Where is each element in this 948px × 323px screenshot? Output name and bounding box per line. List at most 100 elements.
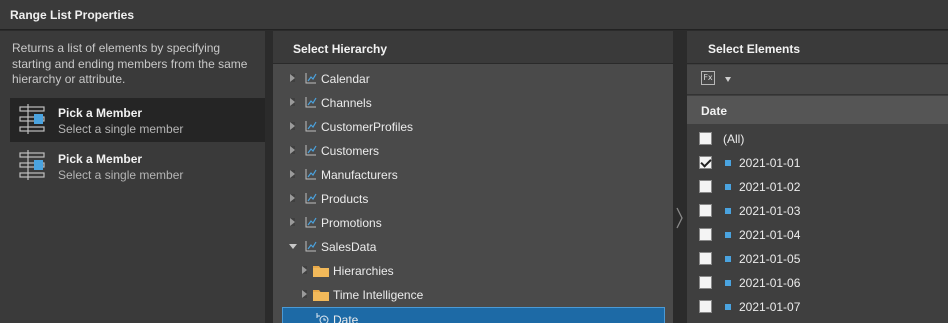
element-checkbox[interactable] — [699, 276, 712, 289]
option-title: Pick a Member — [58, 106, 143, 120]
tree-item-label: Calendar — [321, 72, 370, 86]
pick-member-option-2[interactable]: Pick a Member Select a single member — [10, 144, 265, 188]
tree-item-label: Products — [321, 192, 369, 206]
window-title: Range List Properties — [10, 8, 135, 22]
tree-item-promotions[interactable]: Promotions — [273, 211, 673, 235]
tree-item-label: Hierarchies — [333, 264, 394, 278]
tree-item-manufacturers[interactable]: Manufacturers — [273, 163, 673, 187]
element-row[interactable]: 2021-01-04 — [687, 223, 948, 247]
tree-item-label: Customers — [321, 144, 380, 158]
expand-arrow-icon[interactable] — [290, 146, 295, 154]
tree-item-label: Time Intelligence — [333, 288, 424, 302]
pick-member-option-1[interactable]: Pick a Member Select a single member — [10, 98, 265, 142]
hierarchy-icon — [305, 121, 317, 132]
expand-arrow-icon[interactable] — [290, 74, 295, 82]
element-checkbox[interactable] — [699, 180, 712, 193]
chevron-right-icon — [676, 207, 683, 229]
elements-panel-header: Select Elements — [687, 31, 948, 64]
folder-icon — [313, 290, 329, 301]
formula-icon[interactable]: Fx — [701, 71, 715, 85]
hierarchy-icon — [305, 97, 317, 108]
member-square-icon — [725, 160, 731, 166]
element-label: 2021-01-04 — [739, 228, 801, 242]
element-checkbox[interactable] — [699, 300, 712, 313]
tree-item-calendar[interactable]: Calendar — [273, 67, 673, 91]
tree-item-label: CustomerProfiles — [321, 120, 414, 134]
element-label: 2021-01-03 — [739, 204, 801, 218]
member-square-icon — [725, 208, 731, 214]
panel-collapse-handle[interactable] — [673, 31, 687, 323]
element-label: 2021-01-05 — [739, 252, 801, 266]
tree-item-channels[interactable]: Channels — [273, 91, 673, 115]
element-row[interactable]: 2021-01-01 — [687, 151, 948, 175]
elements-toolbar: Fx — [687, 65, 948, 95]
element-checkbox[interactable] — [699, 252, 712, 265]
tree-item-hierarchies[interactable]: Hierarchies — [273, 259, 673, 283]
title-bar: Range List Properties — [0, 0, 948, 30]
member-square-icon — [725, 184, 731, 190]
element-checkbox[interactable] — [699, 204, 712, 217]
element-checkbox[interactable] — [699, 156, 712, 169]
element-row-all[interactable]: (All) — [687, 127, 948, 151]
tree-item-label: Manufacturers — [321, 168, 398, 182]
expand-arrow-icon[interactable] — [290, 194, 295, 202]
date-hierarchy-icon — [316, 313, 329, 323]
member-picker-icon — [19, 150, 45, 180]
element-label: 2021-01-07 — [739, 300, 801, 314]
method-description: Returns a list of elements by specifying… — [12, 41, 248, 86]
panel-splitter — [265, 31, 273, 323]
hierarchy-icon — [305, 241, 317, 252]
element-label: 2021-01-06 — [739, 276, 801, 290]
member-square-icon — [725, 280, 731, 286]
member-square-icon — [725, 256, 731, 262]
tree-item-customerprofiles[interactable]: CustomerProfiles — [273, 115, 673, 139]
expand-arrow-icon[interactable] — [302, 290, 307, 298]
collapse-arrow-icon[interactable] — [289, 244, 297, 249]
hierarchy-panel: Select Hierarchy Calendar Channels Custo… — [273, 31, 673, 323]
hierarchy-icon — [305, 193, 317, 204]
tree-item-label: Date — [333, 313, 359, 323]
element-row[interactable]: 2021-01-02 — [687, 175, 948, 199]
expand-arrow-icon[interactable] — [290, 170, 295, 178]
elements-column-header: Date — [687, 96, 948, 124]
hierarchy-icon — [305, 217, 317, 228]
tree-item-label: Channels — [321, 96, 372, 110]
tree-item-products[interactable]: Products — [273, 187, 673, 211]
hierarchy-panel-title: Select Hierarchy — [293, 42, 388, 56]
hierarchy-icon — [305, 145, 317, 156]
method-panel: Returns a list of elements by specifying… — [0, 31, 265, 323]
folder-icon — [313, 266, 329, 277]
elements-panel-title: Select Elements — [708, 42, 801, 56]
tree-item-label: SalesData — [321, 240, 377, 254]
element-checkbox[interactable] — [699, 228, 712, 241]
option-subtitle: Select a single member — [58, 122, 184, 136]
element-row[interactable]: 2021-01-03 — [687, 199, 948, 223]
element-label: 2021-01-01 — [739, 156, 801, 170]
element-row[interactable]: 2021-01-05 — [687, 247, 948, 271]
option-subtitle: Select a single member — [58, 168, 184, 182]
expand-arrow-icon[interactable] — [290, 218, 295, 226]
column-header-label: Date — [701, 104, 728, 118]
option-title: Pick a Member — [58, 152, 143, 166]
member-square-icon — [725, 232, 731, 238]
expand-arrow-icon[interactable] — [302, 266, 307, 274]
expand-arrow-icon[interactable] — [290, 122, 295, 130]
expand-arrow-icon[interactable] — [290, 98, 295, 106]
tree-item-label: Promotions — [321, 216, 382, 230]
element-checkbox[interactable] — [699, 132, 712, 145]
tree-item-time-intelligence[interactable]: Time Intelligence — [273, 283, 673, 307]
tree-item-customers[interactable]: Customers — [273, 139, 673, 163]
member-picker-icon — [19, 104, 45, 134]
element-label: 2021-01-02 — [739, 180, 801, 194]
tree-item-date[interactable]: Date — [282, 307, 665, 323]
element-row[interactable]: 2021-01-06 — [687, 271, 948, 295]
hierarchy-panel-header: Select Hierarchy — [273, 31, 673, 64]
member-square-icon — [725, 304, 731, 310]
element-row[interactable]: 2021-01-07 — [687, 295, 948, 319]
element-label: (All) — [723, 132, 745, 146]
hierarchy-icon — [305, 169, 317, 180]
elements-panel: Select Elements Fx Date (All) 2021-01-01… — [687, 31, 948, 323]
tree-item-salesdata[interactable]: SalesData — [273, 235, 673, 259]
hierarchy-icon — [305, 73, 317, 84]
caret-down-icon[interactable] — [725, 77, 731, 82]
